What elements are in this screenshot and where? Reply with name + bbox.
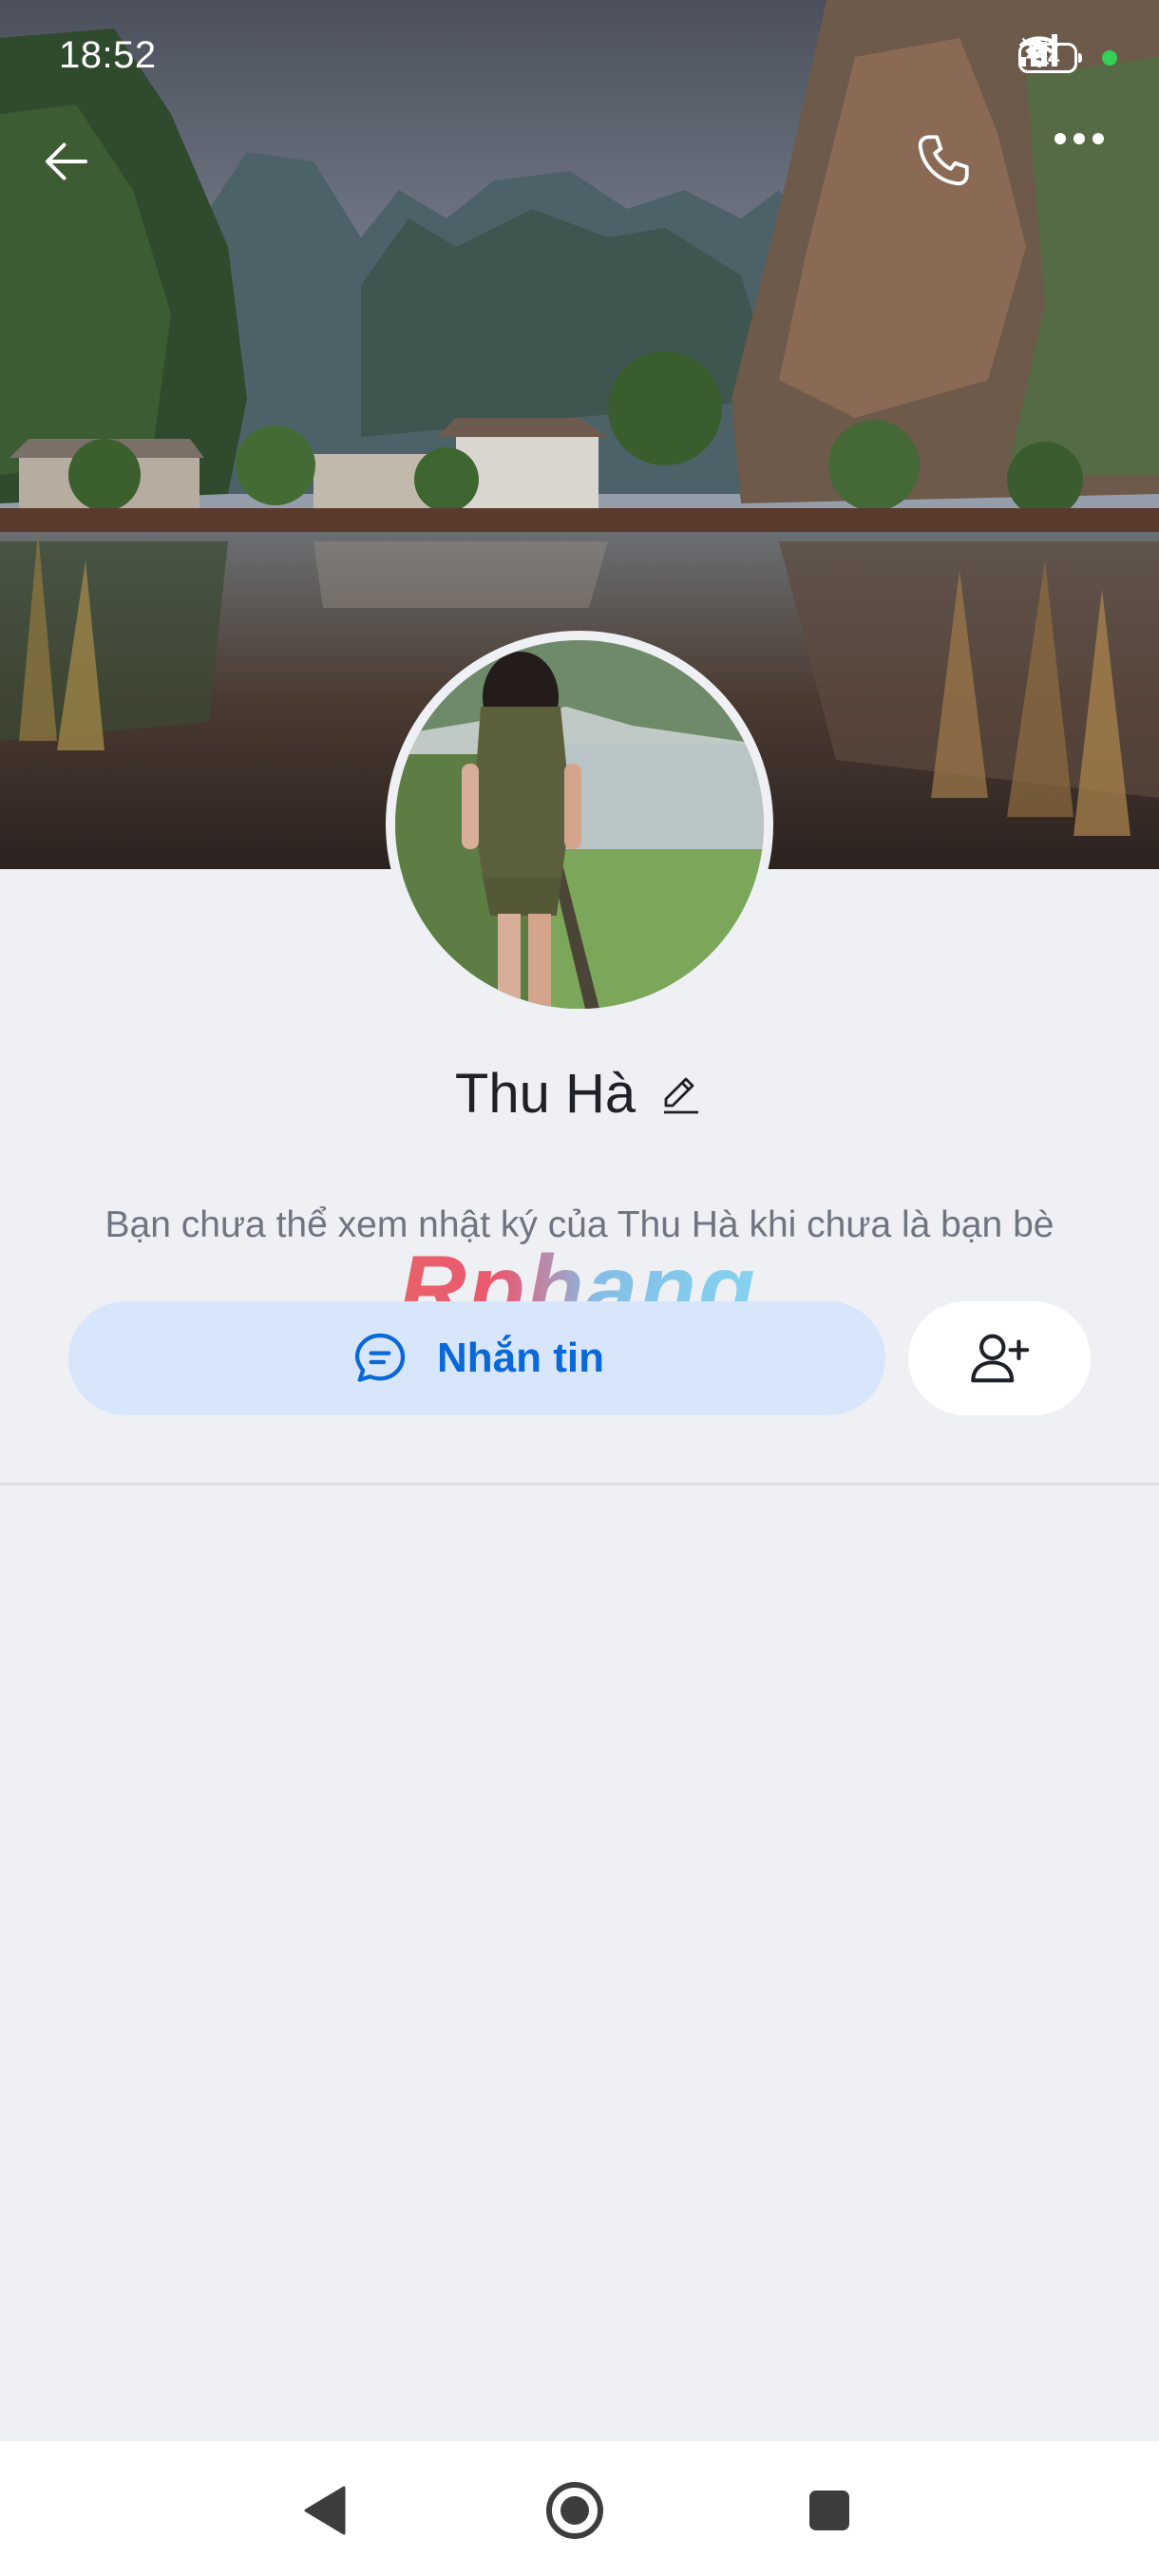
green-dot-indicator [1102, 50, 1117, 66]
message-button[interactable]: Nhắn tin [68, 1301, 885, 1415]
section-divider [0, 1483, 1159, 1486]
battery-icon: 34 [1018, 43, 1082, 73]
message-button-label: Nhắn tin [437, 1335, 604, 1381]
recents-square-icon [809, 2491, 849, 2530]
nav-recents-button[interactable] [787, 2468, 872, 2553]
system-nav-bar [0, 2441, 1159, 2576]
status-time: 18:52 [59, 34, 157, 76]
nav-home-button[interactable] [532, 2468, 618, 2553]
pencil-icon[interactable] [658, 1071, 704, 1117]
profile-name-row: Thu Hà [0, 1062, 1159, 1126]
back-button[interactable] [38, 133, 118, 213]
more-options-button[interactable] [1053, 129, 1129, 205]
status-icons: 34 [1018, 34, 1117, 82]
phone-icon [918, 135, 969, 186]
chat-bubble-icon [354, 1333, 406, 1382]
add-user-icon [971, 1334, 1030, 1383]
home-circle-icon [546, 2482, 603, 2539]
more-horizontal-icon [1054, 133, 1104, 144]
add-friend-button[interactable] [908, 1301, 1091, 1415]
profile-name: Thu Hà [454, 1063, 636, 1125]
avatar-photo [395, 640, 764, 1009]
battery-level: 34 [1036, 46, 1060, 69]
call-button[interactable] [912, 129, 998, 215]
avatar[interactable] [386, 631, 773, 1018]
back-triangle-icon [304, 2486, 346, 2535]
arrow-left-icon [46, 142, 87, 180]
nav-back-button[interactable] [281, 2468, 367, 2553]
